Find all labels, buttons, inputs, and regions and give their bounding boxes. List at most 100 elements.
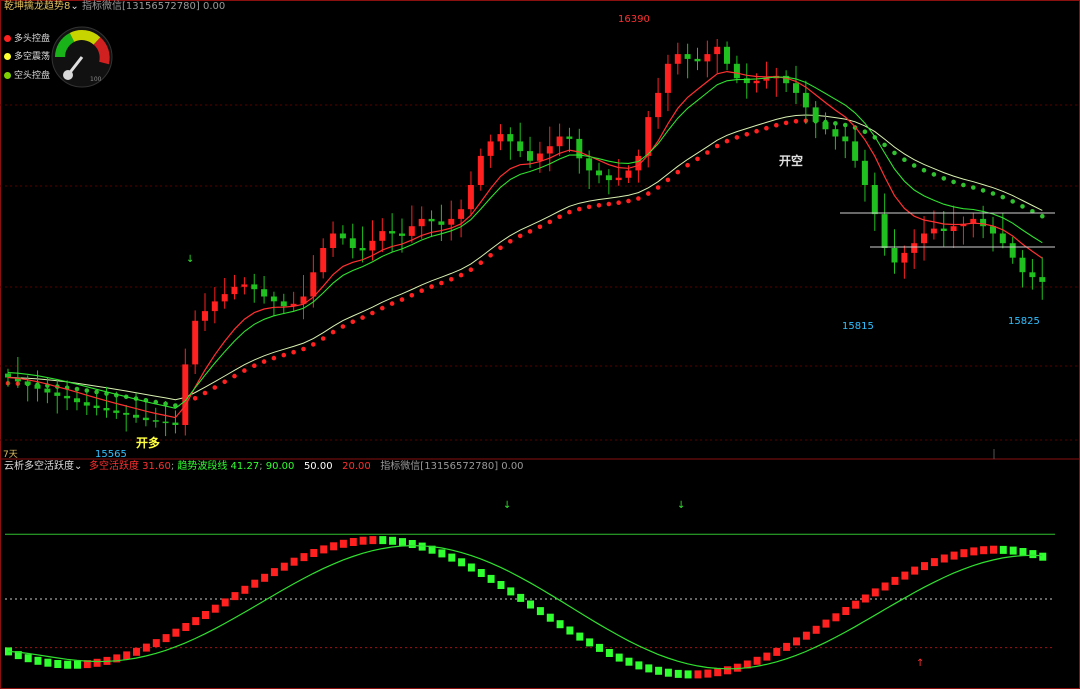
indicator-selector[interactable]: 乾坤擒龙趋势8⌄ xyxy=(4,1,79,13)
low-price-label-3: 15825 xyxy=(1008,316,1040,327)
activity-bar xyxy=(202,611,209,619)
band-dot xyxy=(665,177,671,183)
candle-body xyxy=(684,54,691,59)
activity-bar xyxy=(556,620,564,629)
band-dot xyxy=(380,305,385,311)
activity-value: 多空活跃度 31.60 xyxy=(89,461,171,472)
candle-body xyxy=(861,160,868,185)
candle-body xyxy=(221,294,228,302)
activity-bar xyxy=(330,542,338,551)
indicator-name: 乾坤擒龙趋势8 xyxy=(4,1,71,12)
candle-body xyxy=(615,177,622,181)
band-dot xyxy=(646,191,651,196)
sub-indicator-selector[interactable]: 云析多空活跃度⌄ xyxy=(4,461,82,473)
activity-bar xyxy=(527,600,534,609)
candle-body xyxy=(999,233,1006,244)
band-dot xyxy=(547,219,553,225)
green-dot-icon xyxy=(4,72,11,79)
activity-bar xyxy=(497,581,505,589)
activity-bar xyxy=(704,669,712,678)
activity-bar xyxy=(674,669,682,678)
activity-bar xyxy=(74,660,81,669)
band-dot xyxy=(793,119,799,124)
activity-bar xyxy=(192,617,200,626)
candle-body xyxy=(93,405,100,408)
band-dot xyxy=(439,280,444,286)
low-price-label-1: 15565 xyxy=(95,449,127,460)
band-dot xyxy=(557,214,562,220)
band-dot xyxy=(911,163,917,168)
band-dot xyxy=(783,120,789,126)
activity-bar xyxy=(753,656,761,665)
activity-bar xyxy=(615,653,623,662)
candle-body xyxy=(54,392,61,396)
activity-bar xyxy=(320,545,328,554)
candle-body xyxy=(477,155,484,185)
activity-bar xyxy=(802,631,810,640)
legend-item-bear: 空头控盘 xyxy=(4,68,50,81)
activity-bar xyxy=(172,628,180,637)
candle-body xyxy=(940,228,947,231)
level-20-value: 20.00 xyxy=(342,461,371,472)
band-dot xyxy=(961,182,966,188)
activity-bar xyxy=(359,536,367,545)
activity-bar xyxy=(960,549,968,558)
band-dot xyxy=(714,143,720,149)
chart-canvas[interactable]: ↓ ↓ ↑ ↓ 100 xyxy=(0,0,1080,689)
candle-body xyxy=(704,54,711,62)
activity-bar xyxy=(536,607,544,616)
activity-bar xyxy=(1029,550,1037,559)
activity-bar xyxy=(724,666,731,675)
activity-bar xyxy=(891,576,899,585)
band-dot xyxy=(498,245,503,251)
sub-indicator-values: 多空活跃度 31.60; 趋势波段线 41.27; 90.00 50.00 20… xyxy=(89,461,524,472)
activity-bar xyxy=(625,657,633,666)
candle-body xyxy=(832,129,839,137)
band-dot xyxy=(517,233,523,239)
activity-bar xyxy=(458,558,466,567)
candle-body xyxy=(753,80,760,84)
up-arrow-icon: ↑ xyxy=(916,658,924,669)
band-dot xyxy=(468,267,474,273)
band-dot xyxy=(1000,194,1006,200)
activity-bar xyxy=(980,546,988,555)
band-dot xyxy=(409,293,415,298)
activity-bar xyxy=(448,553,456,562)
activity-bar xyxy=(408,540,416,548)
band-dot xyxy=(419,288,425,294)
candle-body xyxy=(733,63,740,79)
candle-body xyxy=(270,296,277,302)
candle-body xyxy=(467,185,474,210)
band-dot xyxy=(271,355,277,361)
band-dot xyxy=(202,390,208,396)
candle-body xyxy=(605,175,612,181)
activity-bar xyxy=(546,613,554,622)
candle-body xyxy=(802,92,809,108)
candle-body xyxy=(330,233,337,248)
candle-body xyxy=(881,214,888,248)
band-dot xyxy=(488,253,493,258)
candle-body xyxy=(497,134,504,142)
candle-body xyxy=(142,417,149,421)
signal-short-label: 开空 xyxy=(779,154,804,168)
band-dot xyxy=(734,135,740,140)
candle-body xyxy=(930,228,937,234)
activity-bar xyxy=(901,571,909,580)
activity-bar xyxy=(64,660,72,669)
candle-body xyxy=(1039,277,1046,282)
candle-body xyxy=(133,414,139,418)
legend-label: 多头控盘 xyxy=(14,34,51,44)
candle-body xyxy=(822,122,829,130)
down-arrow-icon: ↓ xyxy=(503,500,511,511)
band-dot xyxy=(74,386,80,392)
activity-bar xyxy=(211,604,219,613)
activity-bar xyxy=(990,545,997,554)
trend-gauge: 100 xyxy=(51,26,113,88)
band-dot xyxy=(301,346,306,352)
band-dot xyxy=(724,138,730,144)
candle-body xyxy=(448,218,455,225)
activity-bar xyxy=(507,587,515,596)
band-dot xyxy=(931,172,937,177)
activity-bar xyxy=(930,558,938,567)
activity-bar xyxy=(793,637,800,646)
